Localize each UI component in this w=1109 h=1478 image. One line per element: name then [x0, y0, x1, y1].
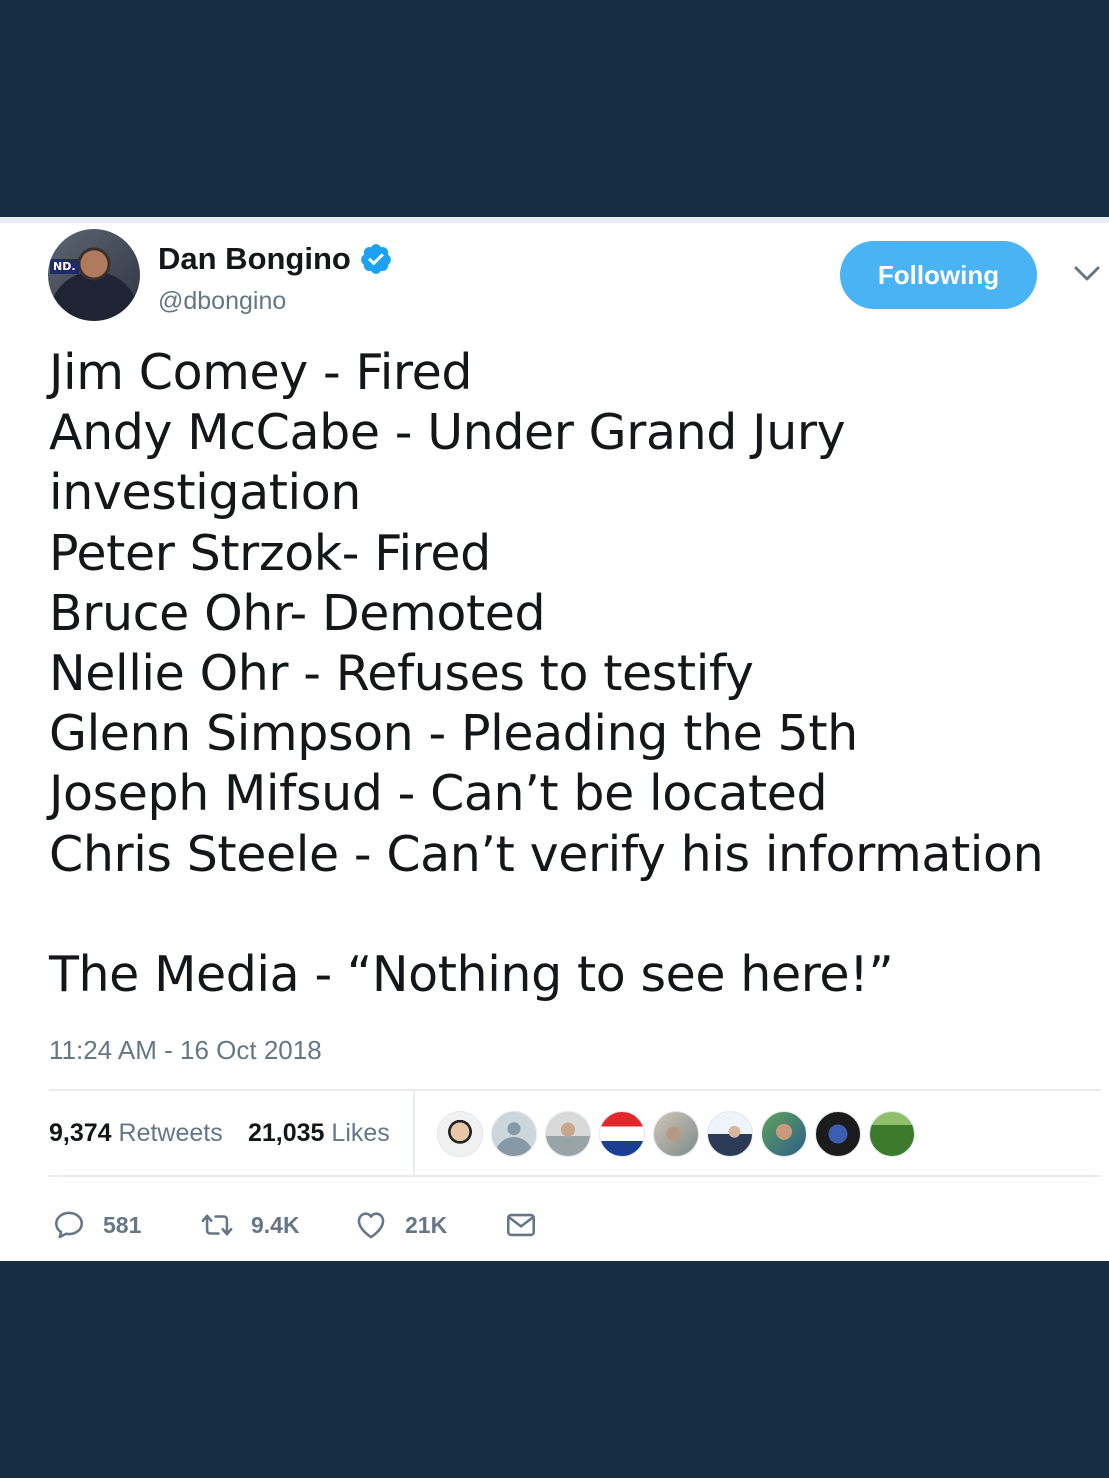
liker-avatar[interactable]: [491, 1111, 537, 1157]
tweet-header: ND. Dan Bongino @dbongino Following: [48, 229, 1101, 329]
liker-avatar[interactable]: [761, 1111, 807, 1157]
like-count: 21K: [405, 1211, 448, 1238]
likes-label: Likes: [331, 1119, 390, 1147]
stats-divider: [413, 1091, 415, 1177]
reply-count: 581: [103, 1211, 142, 1238]
retweets-count: 9,374: [49, 1119, 112, 1147]
heart-icon: [357, 1212, 385, 1239]
following-button[interactable]: Following: [840, 241, 1037, 309]
reply-icon: [54, 1211, 84, 1239]
retweets-label: Retweets: [118, 1119, 223, 1147]
retweet-count: 9.4K: [251, 1211, 300, 1238]
reply-action[interactable]: 581: [52, 1208, 141, 1242]
page: ND. Dan Bongino @dbongino Following Jim …: [0, 0, 1109, 1478]
likes-count: 21,035: [248, 1119, 325, 1147]
author-name-row: Dan Bongino: [158, 241, 393, 277]
envelope-icon: [506, 1213, 536, 1237]
retweet-icon: [201, 1214, 233, 1236]
chevron-down-icon[interactable]: [1073, 264, 1101, 284]
liker-avatars: [437, 1111, 923, 1157]
liker-avatar[interactable]: [653, 1111, 699, 1157]
tweet-text: Jim Comey - Fired Andy McCabe - Under Gr…: [49, 344, 1044, 1004]
liker-avatar[interactable]: [869, 1111, 915, 1157]
likes-stat[interactable]: 21,035 Likes: [248, 1119, 390, 1148]
like-action[interactable]: 21K: [354, 1208, 447, 1242]
retweets-stat[interactable]: 9,374 Retweets: [49, 1119, 223, 1148]
tweet-stats: 9,374 Retweets 21,035 Likes: [49, 1089, 1101, 1177]
tweet-actions: 581 9.4K 21K: [52, 1208, 572, 1248]
verified-badge-icon: [360, 244, 391, 274]
tweet-card: ND. Dan Bongino @dbongino Following Jim …: [0, 217, 1109, 1261]
avatar-logo-text: ND.: [50, 259, 79, 274]
direct-message-action[interactable]: [504, 1208, 538, 1242]
liker-avatar[interactable]: [707, 1111, 753, 1157]
liker-avatar[interactable]: [437, 1111, 483, 1157]
liker-avatar[interactable]: [599, 1111, 645, 1157]
liker-avatar[interactable]: [545, 1111, 591, 1157]
author-display-name[interactable]: Dan Bongino: [158, 241, 351, 277]
author-handle[interactable]: @dbongino: [158, 287, 286, 316]
retweet-action[interactable]: 9.4K: [200, 1208, 300, 1242]
liker-avatar[interactable]: [815, 1111, 861, 1157]
tweet-timestamp[interactable]: 11:24 AM - 16 Oct 2018: [49, 1035, 322, 1066]
author-avatar[interactable]: ND.: [48, 229, 140, 321]
